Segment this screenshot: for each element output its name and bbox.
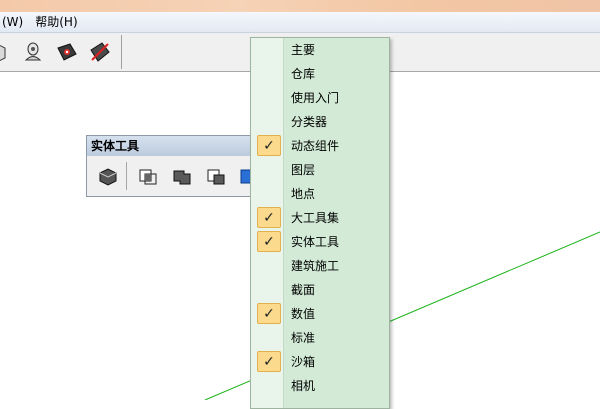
menu-item[interactable]: 截面 <box>251 278 389 302</box>
menu-window[interactable]: (W) <box>0 12 29 32</box>
menu-item-label: 分类器 <box>291 115 328 129</box>
menu-help[interactable]: 帮助(H) <box>29 12 83 32</box>
menu-item[interactable]: 图层 <box>251 158 389 182</box>
menu-item[interactable]: ✓ 动态组件 <box>251 134 389 158</box>
menu-item-label: 数值 <box>291 307 316 321</box>
menubar: (W) 帮助(H) <box>0 12 600 33</box>
menu-item[interactable]: ✓ 大工具集 <box>251 206 389 230</box>
menu-item[interactable]: 主要 <box>251 38 389 62</box>
lookaround-tool-icon[interactable] <box>20 39 46 65</box>
menu-item-label: 相机 <box>291 379 316 393</box>
menu-item[interactable]: ✓ 数值 <box>251 302 389 326</box>
menu-item[interactable]: ✓ 实体工具 <box>251 230 389 254</box>
menu-item[interactable]: 建筑施工 <box>251 254 389 278</box>
menu-item-label: 动态组件 <box>291 139 340 153</box>
menu-item[interactable]: 使用入门 <box>251 86 389 110</box>
menu-item[interactable]: 地点 <box>251 182 389 206</box>
menu-item[interactable]: 标准 <box>251 326 389 350</box>
intersect-icon[interactable] <box>135 163 161 189</box>
section-plane-icon[interactable] <box>87 39 113 65</box>
menu-item[interactable]: 相机 <box>251 374 389 398</box>
check-icon: ✓ <box>257 303 281 324</box>
union-icon[interactable] <box>169 163 195 189</box>
menu-item[interactable]: 仓库 <box>251 62 389 86</box>
camera-tools-group <box>0 35 122 69</box>
check-icon: ✓ <box>257 207 281 228</box>
toolbar-separator <box>126 162 127 190</box>
desktop-strip <box>0 0 600 12</box>
menu-item-label: 沙箱 <box>291 355 316 369</box>
menu-item-label: 截面 <box>291 283 316 297</box>
solid-tools-title[interactable]: 实体工具 <box>87 136 267 156</box>
position-camera-icon[interactable] <box>54 39 80 65</box>
walk-tool-icon[interactable] <box>0 39 12 65</box>
check-icon: ✓ <box>257 351 281 372</box>
outer-shell-icon[interactable] <box>95 163 121 189</box>
menu-item[interactable]: ✓ 沙箱 <box>251 350 389 374</box>
menu-item-label: 实体工具 <box>291 235 340 249</box>
menu-item[interactable]: 分类器 <box>251 110 389 134</box>
menu-item-label: 地点 <box>291 187 316 201</box>
check-icon: ✓ <box>257 135 281 156</box>
menu-item-label: 图层 <box>291 163 316 177</box>
subtract-icon[interactable] <box>203 163 229 189</box>
menu-item-label: 大工具集 <box>291 211 340 225</box>
menu-item-label: 使用入门 <box>291 91 340 105</box>
toolbars-context-menu: 主要仓库使用入门分类器 ✓ 动态组件图层地点 ✓ 大工具集 ✓ 实体工具建筑施工截面 ✓ 数值标… <box>250 37 390 409</box>
menu-item-label: 标准 <box>291 331 316 345</box>
menu-item-label: 主要 <box>291 43 316 57</box>
solid-tools-window: 实体工具 <box>86 135 268 197</box>
menu-item-label: 建筑施工 <box>291 259 340 273</box>
check-icon: ✓ <box>257 231 281 252</box>
menu-item-label: 仓库 <box>291 67 316 81</box>
